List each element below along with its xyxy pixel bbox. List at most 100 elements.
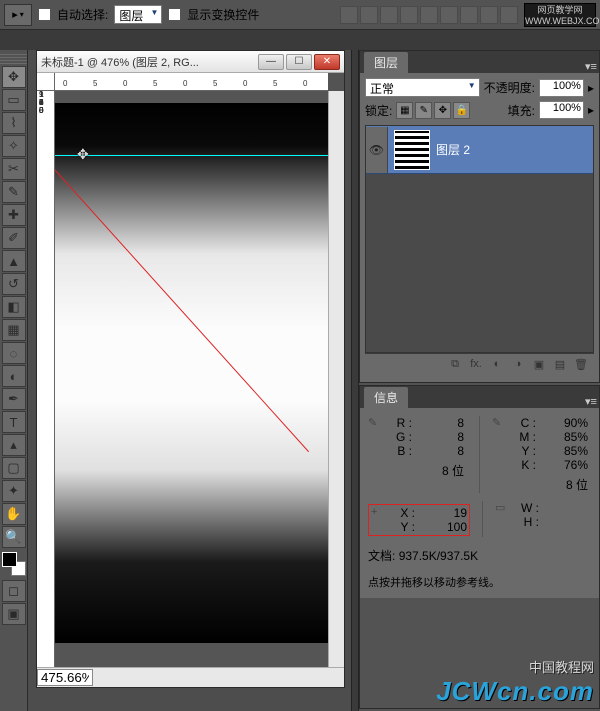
layer-fx-icon[interactable]: fx. [467, 358, 485, 374]
align-icon[interactable] [440, 6, 458, 24]
zoom-tool-icon[interactable]: 🔍 [2, 526, 26, 548]
canvas[interactable]: ▲ ✥ [55, 91, 328, 667]
toolbox: ✥ ▭ ⌇ ✧ ✂ ✎ ✚ ✐ ▲ ↺ ◧ ▦ ◌ ◐ ✒ T ▴ ▢ ✦ ✋ … [0, 50, 28, 711]
layer-group-icon[interactable]: ▣ [530, 358, 548, 374]
align-icon[interactable] [360, 6, 378, 24]
site-logo: 网页教学网 WWW.WEBJX.COM [524, 3, 596, 27]
align-icon[interactable] [500, 6, 518, 24]
info-r-value: 8 [416, 416, 464, 430]
options-bar: ▸▾ 自动选择: 图层 显示变换控件 网页教学网 WWW.WEBJX.COM [0, 0, 600, 30]
hand-tool-icon[interactable]: ✋ [2, 503, 26, 525]
show-transform-checkbox[interactable] [168, 8, 181, 21]
window-titlebar[interactable]: 未标题-1 @ 476% (图层 2, RG... — ☐ ✕ [37, 51, 344, 73]
watermark-line2: JCWcn.com [436, 676, 594, 707]
toolbox-handle[interactable] [0, 54, 27, 64]
history-brush-tool-icon[interactable]: ↺ [2, 273, 26, 295]
brush-tool-icon[interactable]: ✐ [2, 227, 26, 249]
ruler-corner[interactable] [37, 73, 55, 91]
canvas-image [55, 103, 328, 643]
move-tool-preset[interactable]: ▸▾ [4, 4, 32, 26]
lock-pixels-icon[interactable]: ✎ [415, 102, 432, 119]
horizontal-guide[interactable] [55, 155, 328, 156]
adjustment-layer-icon[interactable]: ◑ [509, 358, 527, 374]
info-b-value: 8 [416, 444, 464, 458]
crop-tool-icon[interactable]: ✂ [2, 158, 26, 180]
marquee-tool-icon[interactable]: ▭ [2, 89, 26, 111]
panel-menu-icon[interactable]: ▾≡ [583, 395, 599, 408]
delete-layer-icon[interactable]: 🗑 [572, 358, 590, 374]
type-tool-icon[interactable]: T [2, 411, 26, 433]
zoom-input[interactable] [37, 669, 93, 686]
horizontal-ruler[interactable]: 050505050 [55, 73, 328, 91]
blend-mode-select[interactable]: 正常 [365, 78, 480, 97]
info-tab[interactable]: 信息 [364, 387, 408, 408]
screenmode-icon[interactable]: ▣ [2, 603, 26, 625]
align-icon[interactable] [340, 6, 358, 24]
link-layers-icon[interactable]: ⧉ [446, 358, 464, 374]
align-icon[interactable] [420, 6, 438, 24]
vertical-scrollbar[interactable] [328, 91, 344, 667]
auto-select-mode-select[interactable]: 图层 [114, 5, 162, 24]
document-tabs-row [0, 30, 600, 50]
layers-panel-buttons: ⧉ fx. ◐ ◑ ▣ ▤ 🗑 [365, 353, 594, 377]
magic-wand-tool-icon[interactable]: ✧ [2, 135, 26, 157]
minimize-button[interactable]: — [258, 54, 284, 70]
layer-item[interactable]: 👁 图层 2 [366, 126, 593, 174]
info-g-value: 8 [416, 430, 464, 444]
show-transform-label: 显示变换控件 [187, 6, 259, 23]
annotation-arrow-icon: ▲ [55, 149, 57, 163]
lock-position-icon[interactable]: ✥ [434, 102, 451, 119]
color-swatches[interactable] [2, 552, 26, 576]
maximize-button[interactable]: ☐ [286, 54, 312, 70]
lock-all-icon[interactable]: 🔒 [453, 102, 470, 119]
align-icon[interactable] [380, 6, 398, 24]
document-area: 未标题-1 @ 476% (图层 2, RG... — ☐ ✕ 05050505… [28, 50, 351, 711]
new-layer-icon[interactable]: ▤ [551, 358, 569, 374]
lock-transparency-icon[interactable]: ▦ [396, 102, 413, 119]
dock-strip[interactable] [351, 50, 359, 711]
foreground-color-swatch[interactable] [2, 552, 17, 567]
eyedropper-rgb-icon: ✎ [368, 416, 384, 430]
vertical-ruler[interactable]: 9095100105110115120125130135140145150155… [37, 91, 55, 667]
3d-tool-icon[interactable]: ✦ [2, 480, 26, 502]
align-icon[interactable] [400, 6, 418, 24]
quickmask-icon[interactable]: ◻ [2, 580, 26, 602]
layers-tab[interactable]: 图层 [364, 52, 408, 73]
doc-size-label: 文档: [368, 549, 395, 563]
pen-tool-icon[interactable]: ✒ [2, 388, 26, 410]
close-button[interactable]: ✕ [314, 54, 340, 70]
opacity-input[interactable]: 100% [539, 79, 584, 97]
healing-brush-tool-icon[interactable]: ✚ [2, 204, 26, 226]
layer-name-label[interactable]: 图层 2 [436, 141, 470, 158]
info-k-value: 76% [540, 458, 588, 472]
dodge-tool-icon[interactable]: ◐ [2, 365, 26, 387]
info-c-value: 90% [540, 416, 588, 430]
info-w-value [543, 501, 591, 515]
align-icon[interactable] [460, 6, 478, 24]
layer-thumbnail[interactable] [394, 130, 430, 170]
fill-input[interactable]: 100% [539, 101, 584, 119]
panel-menu-icon[interactable]: ▾≡ [583, 60, 599, 73]
lasso-tool-icon[interactable]: ⌇ [2, 112, 26, 134]
shape-tool-icon[interactable]: ▢ [2, 457, 26, 479]
gradient-tool-icon[interactable]: ▦ [2, 319, 26, 341]
layer-mask-icon[interactable]: ◐ [488, 358, 506, 374]
move-tool-icon[interactable]: ✥ [2, 66, 26, 88]
path-select-tool-icon[interactable]: ▴ [2, 434, 26, 456]
dimensions-icon: ▭ [495, 501, 511, 515]
xy-highlight-box: +X :19 Y :100 [368, 504, 470, 536]
blur-tool-icon[interactable]: ◌ [2, 342, 26, 364]
move-cursor-icon: ✥ [77, 146, 89, 163]
eraser-tool-icon[interactable]: ◧ [2, 296, 26, 318]
info-bits-left: 8 位 [416, 462, 464, 479]
stamp-tool-icon[interactable]: ▲ [2, 250, 26, 272]
crosshair-icon: + [371, 506, 387, 520]
layer-visibility-icon[interactable]: 👁 [366, 127, 388, 173]
info-bits-right: 8 位 [540, 476, 588, 493]
fill-slider-icon[interactable]: ▸ [588, 103, 594, 117]
document-window: 未标题-1 @ 476% (图层 2, RG... — ☐ ✕ 05050505… [36, 50, 345, 688]
opacity-slider-icon[interactable]: ▸ [588, 81, 594, 95]
eyedropper-tool-icon[interactable]: ✎ [2, 181, 26, 203]
auto-select-checkbox[interactable] [38, 8, 51, 21]
align-icon[interactable] [480, 6, 498, 24]
